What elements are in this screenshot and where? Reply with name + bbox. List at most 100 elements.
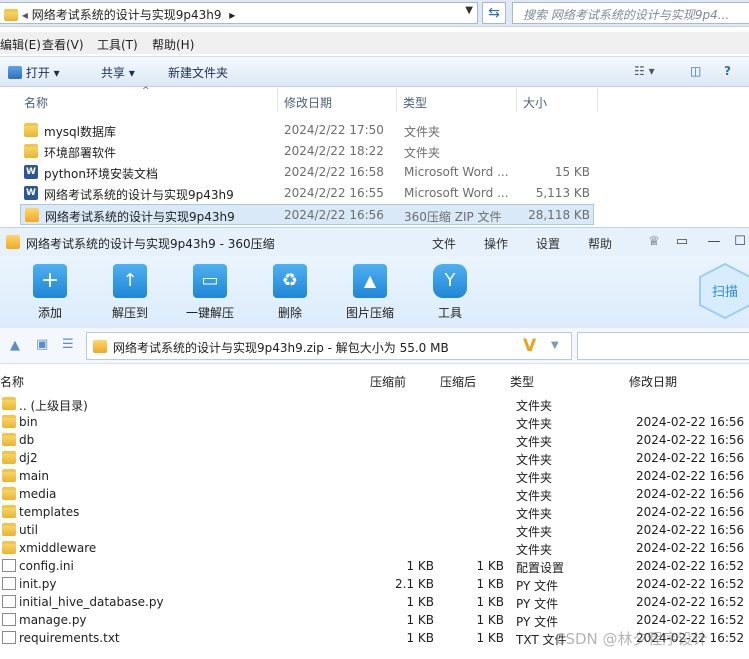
breadcrumb-current[interactable]: 网络考试系统的设计与实现9p43h9 [32, 8, 222, 22]
zip-search-input[interactable] [577, 332, 749, 360]
zip-table-row[interactable]: media 文件夹 2024-02-22 16:56 [0, 485, 749, 503]
zip-table-row[interactable]: initial_hive_database.py 1 KB 1 KB PY 文件 202… [0, 593, 749, 611]
address-bar[interactable]: ◂ 网络考试系统的设计与实现9p43h9 ▸ ▼ [0, 2, 478, 24]
zip-table-row[interactable]: config.ini 1 KB 1 KB 配置设置 2024-02-22 16:52 [0, 557, 749, 575]
zip-row-type: 文件夹 [516, 453, 553, 467]
folder-icon [2, 505, 16, 518]
breadcrumb-arrow-icon[interactable]: ◂ [22, 8, 28, 22]
zip-table-row[interactable]: init.py 2.1 KB 1 KB PY 文件 2024-02-22 16:52 [0, 575, 749, 593]
word-icon: W [24, 186, 38, 200]
search-input[interactable]: 搜索 网络考试系统的设计与实现9p4... [512, 2, 749, 24]
zip-row-date: 2024-02-22 16:52 [636, 613, 745, 627]
word-icon: W [24, 165, 38, 179]
minimize-icon[interactable]: — [706, 234, 722, 250]
file-row-zip[interactable]: 网络考试系统的设计与实现9p43h9 2024/2/22 16:56 360压缩… [20, 204, 594, 225]
zip-column-after[interactable]: 压缩后 [440, 373, 476, 390]
zip-table-row[interactable]: manage.py 1 KB 1 KB PY 文件 2024-02-22 16:52 [0, 611, 749, 629]
new-folder-button[interactable]: 新建文件夹 [168, 64, 228, 81]
folder-icon [24, 123, 38, 137]
tools-button[interactable]: Y 工具 [415, 264, 485, 321]
one-click-extract-button[interactable]: ▭ 一键解压 [175, 264, 245, 321]
zip-file-icon [93, 340, 107, 353]
zip-column-name[interactable]: 名称 [0, 373, 24, 390]
app-logo-icon [6, 235, 20, 249]
zip-table-row[interactable]: util 文件夹 2024-02-22 16:56 [0, 521, 749, 539]
share-button[interactable]: 共享 ▾ [101, 64, 135, 81]
zip-path-box[interactable]: 网络考试系统的设计与实现9p43h9.zip - 解包大小为 55.0 MB V… [86, 332, 572, 360]
column-name[interactable]: 名称 [24, 94, 48, 111]
zip-titlebar[interactable]: 网络考试系统的设计与实现9p43h9 - 360压缩 文件 操作 设置 帮助 ♕… [0, 227, 749, 256]
zip-row-date: 2024-02-22 16:52 [636, 559, 745, 573]
zip-table-row[interactable]: xmiddleware 文件夹 2024-02-22 16:56 [0, 539, 749, 557]
maximize-icon[interactable]: ☐ [732, 234, 748, 250]
list-view-icon[interactable]: ☰ [62, 337, 74, 352]
file-row-thesis-doc[interactable]: W 网络考试系统的设计与实现9p43h9 2024/2/22 16:55 Mic… [20, 183, 594, 204]
feedback-icon[interactable]: ▭ [674, 234, 690, 250]
zip-row-type: PY 文件 [516, 615, 559, 629]
refresh-button[interactable]: ⇆ [482, 2, 506, 24]
zip-row-after: 1 KB [476, 577, 504, 591]
file-row-env[interactable]: 环境部署软件 2024/2/22 18:22 文件夹 [20, 141, 594, 162]
menu-edit[interactable]: 编辑(E) [0, 36, 41, 53]
zip-table-row[interactable]: templates 文件夹 2024-02-22 16:56 [0, 503, 749, 521]
refresh-icon: ⇆ [488, 5, 500, 21]
tools-hexagon-icon: Y [433, 264, 467, 298]
path-dropdown-icon[interactable]: ▼ [551, 340, 559, 351]
security-check-icon[interactable]: V [523, 336, 536, 356]
file-row-mysql[interactable]: mysql数据库 2024/2/22 17:50 文件夹 [20, 120, 594, 141]
view-options-icon[interactable]: ☷ ▾ [634, 64, 655, 78]
zip-row-name: config.ini [19, 559, 74, 573]
zip-row-after: 1 KB [476, 559, 504, 573]
skin-icon[interactable]: ♕ [646, 234, 662, 250]
zip-menu-help[interactable]: 帮助 [588, 235, 612, 252]
zip-row-name: init.py [19, 577, 57, 591]
menu-tools[interactable]: 工具(T) [97, 36, 138, 53]
zip-row-name: .. (上级目录) [19, 399, 88, 413]
scan-button[interactable]: 扫描 [698, 262, 749, 320]
folder-icon [24, 144, 38, 158]
preview-pane-icon[interactable]: ◫ [690, 64, 701, 78]
zip-row-name: db [19, 433, 35, 447]
folder-icon [2, 415, 16, 428]
zip-row-before: 1 KB [406, 595, 434, 609]
up-arrow-icon[interactable]: ▲ [10, 338, 20, 353]
menu-help[interactable]: 帮助(H) [152, 36, 194, 53]
file-icon [2, 577, 16, 590]
zip-row-name: templates [19, 505, 80, 519]
column-type[interactable]: 类型 [403, 94, 427, 111]
delete-button[interactable]: ♻ 删除 [255, 264, 325, 321]
zip-row-type: 文件夹 [516, 489, 553, 503]
zip-row-type: 文件夹 [516, 507, 553, 521]
search-placeholder: 搜索 网络考试系统的设计与实现9p4... [523, 8, 730, 22]
zip-row-name: bin [19, 415, 38, 429]
zip-column-before[interactable]: 压缩前 [370, 373, 406, 390]
zip-table-row[interactable]: .. (上级目录) 文件夹 [0, 395, 749, 413]
explorer-column-header: 名称 ^ 修改日期 类型 大小 [0, 86, 749, 112]
open-button[interactable]: 打开 ▾ [8, 64, 60, 81]
column-size[interactable]: 大小 [523, 94, 547, 111]
add-button[interactable]: + 添加 [15, 264, 85, 321]
zip-menu-file[interactable]: 文件 [432, 235, 456, 252]
help-icon[interactable]: ? [724, 64, 731, 78]
menu-view[interactable]: 查看(V) [42, 36, 84, 53]
address-dropdown-icon[interactable]: ▼ [465, 5, 473, 16]
image-compress-button[interactable]: ▲ 图片压缩 [335, 264, 405, 321]
zip-menu-settings[interactable]: 设置 [536, 235, 560, 252]
scan-label: 扫描 [712, 285, 738, 300]
extract-to-button[interactable]: ↑ 解压到 [95, 264, 165, 321]
zip-column-date[interactable]: 修改日期 [629, 373, 677, 390]
zip-column-type[interactable]: 类型 [510, 373, 534, 390]
zip-table-row[interactable]: db 文件夹 2024-02-22 16:56 [0, 431, 749, 449]
add-icon: + [33, 264, 67, 298]
zip-table-row[interactable]: main 文件夹 2024-02-22 16:56 [0, 467, 749, 485]
breadcrumb-chevron-icon[interactable]: ▸ [229, 8, 235, 22]
zip-table-row[interactable]: bin 文件夹 2024-02-22 16:56 [0, 413, 749, 431]
thumbnail-view-icon[interactable]: ▣ [36, 337, 48, 352]
zip-row-after: 1 KB [476, 595, 504, 609]
file-row-python-doc[interactable]: W python环境安装文档 2024/2/22 16:58 Microsoft… [20, 162, 594, 183]
zip-menu-operate[interactable]: 操作 [484, 235, 508, 252]
zip-table-row[interactable]: dj2 文件夹 2024-02-22 16:56 [0, 449, 749, 467]
zip-row-date: 2024-02-22 16:56 [636, 541, 745, 555]
column-modified[interactable]: 修改日期 [284, 94, 332, 111]
zip-row-name: initial_hive_database.py [19, 595, 164, 609]
